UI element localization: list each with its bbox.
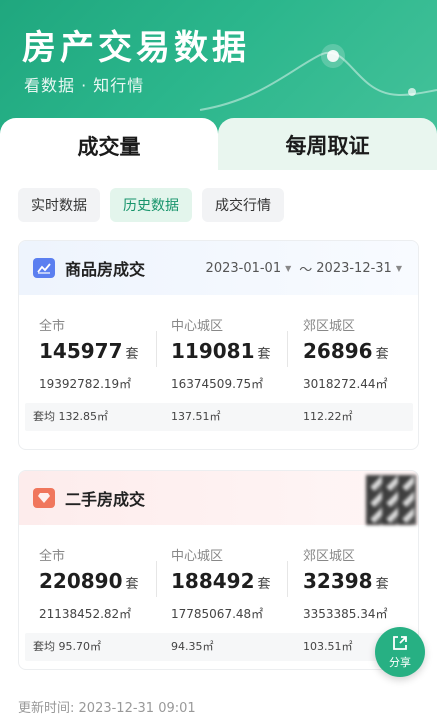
avg-area-suburb: 103.51㎡ <box>303 640 353 653</box>
date-separator: ～ <box>299 262 313 278</box>
share-label: 分享 <box>389 656 411 669</box>
stat-count: 32398 套 <box>303 569 389 593</box>
resale-house-title: 二手房成交 <box>65 490 146 509</box>
chip-realtime-data[interactable]: 实时数据 <box>18 188 100 222</box>
stat-label: 全市 <box>39 319 66 334</box>
divider <box>287 331 288 367</box>
update-time-value: 2023-12-31 09:01 <box>78 701 196 716</box>
chip-history-data[interactable]: 历史数据 <box>110 188 192 222</box>
main-tab-bar: 成交量 每周取证 <box>0 118 437 174</box>
new-house-card-header: 商品房成交 2023-01-01 ▼ ～ 2023-12-31 ▼ <box>19 241 418 295</box>
avg-area-city: 套均 95.70㎡ <box>33 640 101 653</box>
average-area-bar: 套均 132.85㎡ 137.51㎡ 112.22㎡ <box>25 403 413 431</box>
content-panel: 实时数据 历史数据 成交行情 商品房成交 2023-01-01 ▼ ～ 2023… <box>0 170 437 723</box>
date-range-picker[interactable]: 2023-01-01 ▼ ～ 2023-12-31 ▼ <box>206 241 406 295</box>
stat-label: 中心城区 <box>171 549 224 564</box>
stat-area: 16374509.75㎡ <box>171 377 264 391</box>
share-button[interactable]: 分享 <box>375 627 425 677</box>
divider <box>287 561 288 597</box>
stat-area: 3018272.44㎡ <box>303 377 388 391</box>
blurred-qr-image <box>366 475 416 525</box>
page-title: 房产交易数据 <box>22 28 250 68</box>
chart-icon <box>33 258 55 278</box>
divider <box>156 561 157 597</box>
new-house-title: 商品房成交 <box>65 260 146 279</box>
stat-count: 119081 套 <box>171 339 271 363</box>
new-house-stats: 全市 145977 套 19392782.19㎡ 中心城区 119081 套 163… <box>19 295 418 449</box>
resale-house-card: 二手房成交 全市 220890 套 21138452.82㎡ 中心城区 18849… <box>18 470 419 670</box>
avg-area-suburb: 112.22㎡ <box>303 410 353 423</box>
average-area-bar: 套均 95.70㎡ 94.35㎡ 103.51㎡ <box>25 633 413 661</box>
diamond-icon <box>33 488 55 508</box>
share-icon <box>393 636 407 650</box>
date-end[interactable]: 2023-12-31 <box>316 261 392 276</box>
stat-area: 3353385.34㎡ <box>303 607 388 621</box>
stat-label: 全市 <box>39 549 66 564</box>
stat-label: 中心城区 <box>171 319 224 334</box>
avg-area-center: 94.35㎡ <box>171 640 214 653</box>
stat-count: 188492 套 <box>171 569 271 593</box>
stat-label: 郊区城区 <box>303 319 356 334</box>
avg-area-center: 137.51㎡ <box>171 410 221 423</box>
stat-area: 17785067.48㎡ <box>171 607 264 621</box>
tab-volume[interactable]: 成交量 <box>0 118 218 174</box>
stat-label: 郊区城区 <box>303 549 356 564</box>
resale-house-card-header: 二手房成交 <box>19 471 418 525</box>
update-time: 更新时间: 2023-12-31 09:01 <box>18 697 196 716</box>
chip-market-trend[interactable]: 成交行情 <box>202 188 284 222</box>
tab-weekly-permits[interactable]: 每周取证 <box>218 118 437 172</box>
stat-area: 19392782.19㎡ <box>39 377 132 391</box>
caret-down-icon: ▼ <box>395 263 402 273</box>
update-time-label: 更新时间: <box>18 701 75 716</box>
stat-area: 21138452.82㎡ <box>39 607 132 621</box>
filter-chip-group: 实时数据 历史数据 成交行情 <box>18 188 284 222</box>
caret-down-icon: ▼ <box>285 263 292 273</box>
page-subtitle: 看数据 · 知行情 <box>24 76 145 95</box>
date-start[interactable]: 2023-01-01 <box>206 261 282 276</box>
stat-count: 220890 套 <box>39 569 139 593</box>
divider <box>156 331 157 367</box>
stat-count: 26896 套 <box>303 339 389 363</box>
resale-house-stats: 全市 220890 套 21138452.82㎡ 中心城区 188492 套 177… <box>19 525 418 669</box>
new-house-card: 商品房成交 2023-01-01 ▼ ～ 2023-12-31 ▼ 全市 145… <box>18 240 419 450</box>
avg-area-city: 套均 132.85㎡ <box>33 410 108 423</box>
stat-count: 145977 套 <box>39 339 139 363</box>
